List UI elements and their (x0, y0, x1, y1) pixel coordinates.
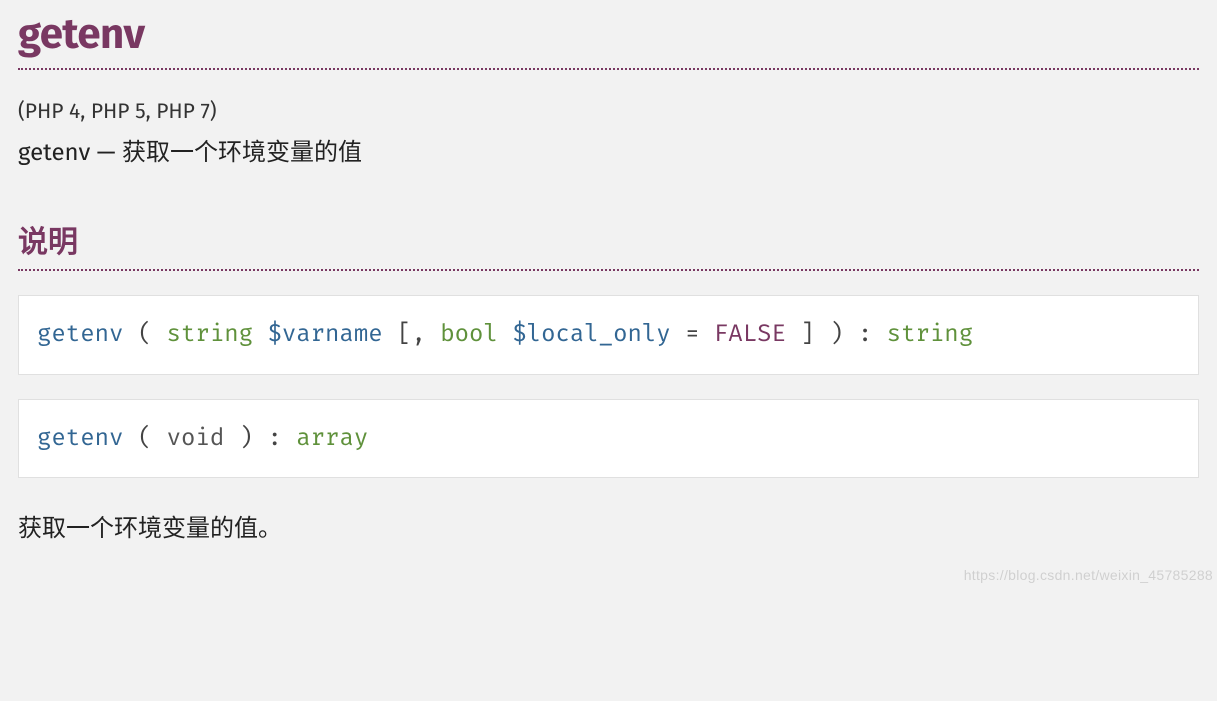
sig1-open-paren: ( (138, 320, 167, 348)
function-summary: getenv — 获取一个环境变量的值 (18, 132, 1199, 167)
signature-box-2: getenv ( void ) : array (18, 399, 1199, 479)
sig2-open-paren: ( (138, 424, 167, 452)
sig1-param2-name: $local_only (512, 320, 670, 348)
sig2-void: void (167, 424, 225, 452)
doc-page: getenv (PHP 4, PHP 5, PHP 7) getenv — 获取… (0, 10, 1217, 587)
sig2-func: getenv (37, 424, 123, 452)
php-versions: (PHP 4, PHP 5, PHP 7) (18, 98, 1199, 124)
sig2-close-paren: ) : (239, 424, 297, 452)
signature-box-1: getenv ( string $varname [, bool $local_… (18, 295, 1199, 375)
section-heading-description: 说明 (18, 217, 1199, 261)
sig1-param1-type: string (167, 320, 253, 348)
sig1-optional-open: [, (397, 320, 440, 348)
watermark: https://blog.csdn.net/weixin_45785288 (964, 567, 1213, 583)
sig1-param2-default: FALSE (714, 320, 786, 348)
sig1-optional-close: ] ) : (800, 320, 886, 348)
description-text: 获取一个环境变量的值。 (18, 508, 1199, 543)
sig1-return-type: string (887, 320, 973, 348)
title-divider (18, 68, 1199, 70)
sig1-equals: = (685, 320, 714, 348)
sig1-param2-type: bool (440, 320, 498, 348)
sig1-param1-name: $varname (267, 320, 382, 348)
page-title: getenv (18, 10, 1199, 60)
sig1-func: getenv (37, 320, 123, 348)
sig2-return-type: array (296, 424, 368, 452)
section-divider (18, 269, 1199, 271)
